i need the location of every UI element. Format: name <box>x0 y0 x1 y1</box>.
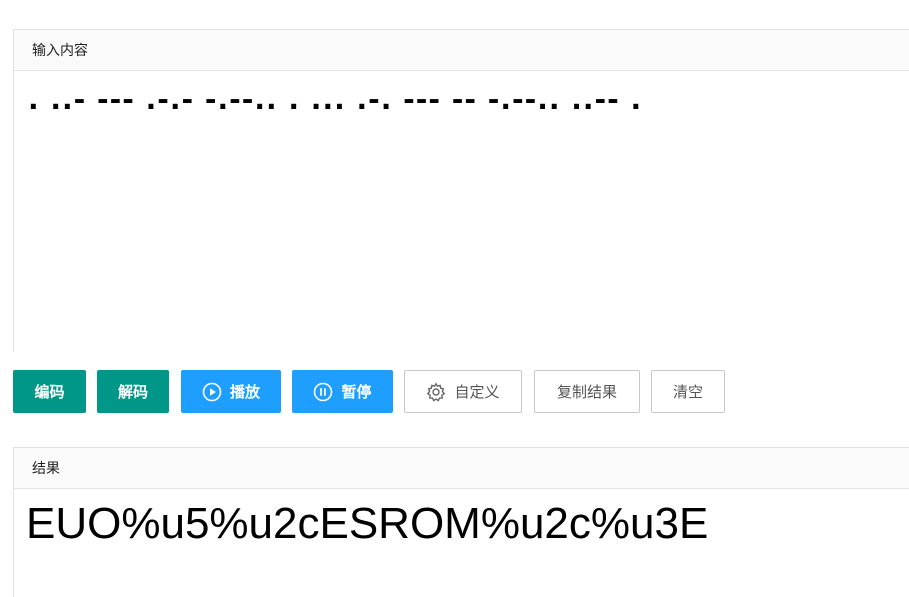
custom-button[interactable]: 自定义 <box>404 370 522 413</box>
play-circle-icon <box>202 382 222 402</box>
input-label: 输入内容 <box>32 43 88 59</box>
encode-button[interactable]: 编码 <box>13 370 86 413</box>
input-panel-header: 输入内容 <box>14 30 909 71</box>
copy-result-button-label: 复制结果 <box>556 383 617 401</box>
input-textarea[interactable] <box>14 71 909 352</box>
custom-button-label: 自定义 <box>454 383 500 401</box>
decode-button[interactable]: 解码 <box>97 370 169 413</box>
result-label: 结果 <box>32 461 60 477</box>
copy-result-button[interactable]: 复制结果 <box>534 370 640 413</box>
encode-button-label: 编码 <box>34 383 65 401</box>
play-button[interactable]: 播放 <box>181 370 281 413</box>
morse-tool-page: 输入内容 编码 解码 播放 <box>0 0 909 597</box>
pause-button-label: 暂停 <box>341 383 372 401</box>
play-button-label: 播放 <box>229 383 260 401</box>
result-output: EUO%u5%u2cESROM%u2c%u3E <box>26 499 709 548</box>
decode-button-label: 解码 <box>117 383 148 401</box>
pause-circle-icon <box>313 382 333 402</box>
input-panel: 输入内容 <box>13 29 909 352</box>
clear-button-label: 清空 <box>672 383 703 401</box>
gear-icon <box>426 381 446 402</box>
pause-button[interactable]: 暂停 <box>292 370 393 413</box>
result-panel-header: 结果 <box>14 448 909 489</box>
result-panel: 结果 EUO%u5%u2cESROM%u2c%u3E <box>13 447 909 597</box>
clear-button[interactable]: 清空 <box>651 370 725 413</box>
